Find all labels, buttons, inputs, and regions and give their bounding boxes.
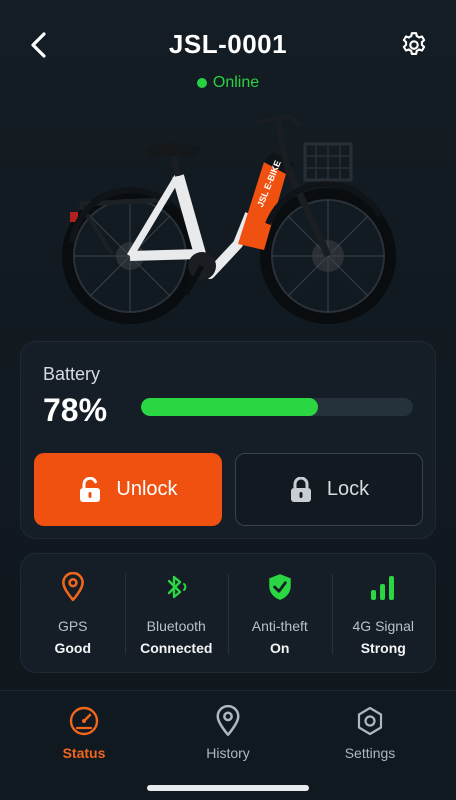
signal-bars-icon	[371, 576, 395, 600]
bluetooth-icon	[168, 575, 187, 599]
connection-status: Online	[0, 74, 456, 92]
electric-bike-illustration: JSL E-BIKE	[62, 113, 396, 324]
info-title: Bluetooth	[146, 618, 206, 634]
info-title: GPS	[57, 618, 88, 634]
settings-button[interactable]	[398, 29, 430, 61]
unlock-button[interactable]: Unlock	[34, 453, 222, 526]
info-title: 4G Signal	[352, 618, 414, 634]
location-pin-icon	[61, 572, 84, 602]
bike-image: JSL E-BIKE	[50, 104, 410, 334]
tab-settings[interactable]: Settings	[310, 705, 430, 761]
battery-card: Battery 78% Unlock Lock	[20, 341, 436, 539]
hex-settings-icon	[357, 706, 383, 736]
info-value: Strong	[360, 640, 406, 656]
tab-label: History	[206, 745, 250, 761]
header: JSL-0001 Online	[0, 0, 456, 100]
tab-label: Settings	[344, 745, 396, 761]
battery-progress-bar	[141, 398, 413, 416]
battery-label: Battery	[43, 364, 101, 384]
info-value: Good	[54, 640, 92, 656]
info-item-4g-signal: 4G Signal Strong	[331, 554, 436, 672]
device-info-card: GPS Good Bluetooth Connected Anti-theft …	[20, 553, 436, 673]
status-dot-icon	[196, 78, 207, 88]
status-text: Online	[212, 74, 260, 91]
map-pin-icon	[216, 705, 240, 736]
speedometer-icon	[69, 706, 99, 736]
bottom-tab-bar: Status History Settings	[0, 690, 456, 800]
home-indicator[interactable]	[147, 785, 309, 791]
battery-progress-fill	[141, 398, 318, 416]
device-status-screen: JSL-0001 Online JSL E-BIKE Battery 78% U…	[0, 0, 456, 800]
lock-button[interactable]: Lock	[235, 453, 423, 526]
info-title: Anti-theft	[251, 618, 308, 634]
info-item-bluetooth: Bluetooth Connected	[124, 554, 229, 672]
tab-status[interactable]: Status	[24, 705, 144, 761]
tab-history[interactable]: History	[168, 705, 288, 761]
info-item-anti-theft: Anti-theft On	[228, 554, 332, 672]
info-item-gps: GPS Good	[21, 554, 125, 672]
page-title: JSL-0001	[168, 29, 288, 59]
unlock-label: Unlock	[116, 478, 178, 500]
lock-label: Lock	[326, 478, 370, 500]
info-value: Connected	[140, 640, 213, 656]
gear-icon	[402, 32, 426, 55]
battery-percentage: 78%	[43, 392, 108, 428]
tab-label: Status	[62, 745, 106, 761]
info-value: On	[270, 640, 290, 656]
lock-padlock-icon	[290, 476, 311, 502]
shield-check-icon	[269, 574, 291, 600]
unlock-padlock-icon	[80, 476, 101, 502]
